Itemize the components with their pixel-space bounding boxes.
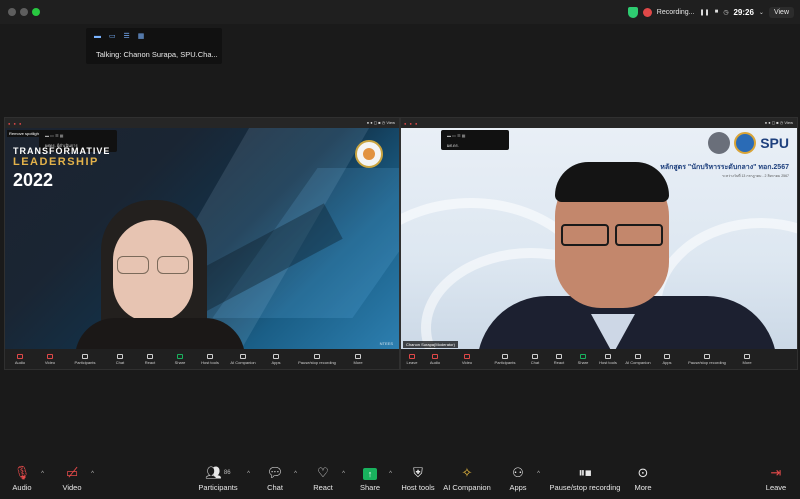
panel-status: ● ● ◻ ■ ◷ View: [764, 120, 793, 125]
security-shield-icon[interactable]: [627, 6, 638, 18]
talking-indicator: Talking: Chanon Surapa, SPU.Cha...: [96, 50, 218, 59]
apps-options-chevron[interactable]: ^: [537, 471, 540, 477]
view-mode-icons[interactable]: ▬ ▭ ☰ ▦: [94, 32, 147, 40]
mini-popup-text: ผศ.ดร.: [447, 143, 459, 148]
stop-recording-icon[interactable]: ■: [715, 9, 719, 15]
mini-tool-recording[interactable]: Pause/stop recording: [291, 353, 343, 365]
mini-tool-host[interactable]: Host tools: [195, 353, 225, 365]
mini-tool-more[interactable]: More: [735, 353, 759, 365]
minimize-window-button[interactable]: [20, 8, 28, 16]
banner-line2: LEADERSHIP: [13, 156, 99, 168]
fullscreen-window-button[interactable]: [32, 8, 40, 16]
mini-tool-react[interactable]: React: [547, 353, 571, 365]
more-dots-icon: ⊙: [637, 465, 649, 480]
panel-status: ● ● ◻ ■ ◷ View: [366, 120, 395, 125]
slide-footnote: NTEES: [379, 341, 393, 346]
shared-screen-right: ● ● ● ● ● ◻ ■ ◷ View ▬ ▭ ☰ ▦ ผศ.ดร. SPU …: [400, 117, 798, 370]
meeting-toolbar: 🎙︎ Audio ^ ▭̸ Video ^ 👥︎ 86 Participants …: [0, 461, 800, 499]
mini-tool-recording[interactable]: Pause/stop recording: [679, 353, 735, 365]
window-dots-icon: ● ● ●: [404, 121, 419, 126]
apps-button[interactable]: ⚇ Apps ^: [488, 465, 548, 492]
mini-tool-participants[interactable]: Participants: [487, 353, 523, 365]
video-button[interactable]: ▭̸ Video ^: [42, 465, 102, 492]
mini-tool-video[interactable]: Video: [35, 353, 65, 365]
mini-tool-host[interactable]: Host tools: [595, 353, 621, 365]
leave-button[interactable]: ⇥ Leave: [746, 465, 800, 492]
mini-tool-ai[interactable]: AI Companion: [621, 353, 655, 365]
recording-icon: [642, 7, 652, 17]
window-titlebar: Recording... ❚❚ ■ ◷ 29:26 ⌄ View: [0, 0, 800, 24]
panel-titlebar: ● ● ● ● ● ◻ ■ ◷ View: [5, 118, 399, 128]
video-feed-right: ▬ ▭ ☰ ▦ ผศ.ดร. SPU หลักสูตร "นักบริหารระ…: [401, 128, 797, 350]
organization-logo: [355, 140, 383, 168]
pause-recording-icon[interactable]: ❚❚: [700, 9, 710, 16]
more-button[interactable]: ⊙ More: [613, 465, 673, 492]
university-seal-logo: [734, 132, 757, 154]
clock-icon: ◷: [723, 9, 729, 16]
close-window-button[interactable]: [8, 8, 16, 16]
panel-toolbar-right: Leave Audio Video Participants Chat Reac…: [401, 349, 797, 369]
speaker-mini-popup: ▬ ▭ ☰ ▦ ผศ.ดร.: [441, 130, 509, 150]
mini-tool-chat[interactable]: Chat: [523, 353, 547, 365]
chevron-down-icon[interactable]: ⌄: [759, 9, 764, 16]
view-mode-icons[interactable]: ▬ ▭ ☰ ▦: [45, 133, 63, 138]
mini-tool-ai[interactable]: AI Companion: [225, 353, 261, 365]
leave-icon: ⇥: [770, 465, 782, 480]
participants-button[interactable]: 👥︎ 86 Participants ^: [188, 465, 250, 492]
mini-tool-audio[interactable]: Audio: [5, 353, 35, 365]
view-button[interactable]: View: [768, 6, 794, 18]
spotlight-tag[interactable]: Remove spotlight: [7, 130, 42, 137]
mini-tool-react[interactable]: React: [135, 353, 165, 365]
spu-wordmark: SPU: [760, 135, 789, 151]
shared-screen-left: ● ● ● ● ● ◻ ■ ◷ View Remove spotlight ▬ …: [4, 117, 400, 370]
mini-tool-apps[interactable]: Apps: [261, 353, 291, 365]
mini-tool-participants[interactable]: Participants: [65, 353, 105, 365]
mini-tool-more[interactable]: More: [343, 353, 373, 365]
mini-tool-video[interactable]: Video: [447, 353, 487, 365]
window-dots-icon: ● ● ●: [8, 121, 23, 126]
recording-status: Recording...: [656, 8, 695, 16]
panel-toolbar-left: Audio Video Participants Chat React Shar…: [5, 349, 399, 369]
participant-name-tag: Chanon Surapa(Moderator): [403, 341, 458, 348]
participants-count: 86: [223, 470, 231, 476]
participants-icon: 👥︎ 86: [205, 465, 231, 480]
titlebar-right: Recording... ❚❚ ■ ◷ 29:26 ⌄ View: [627, 4, 794, 20]
course-title: หลักสูตร "นักบริหารระดับกลาง" ทอก.2567: [660, 164, 789, 171]
spu-logo-group: SPU: [708, 132, 789, 154]
banner-line1: TRANSFORMATIVE: [13, 146, 111, 156]
course-title-block: หลักสูตร "นักบริหารระดับกลาง" ทอก.2567 ร…: [660, 162, 789, 179]
video-feed-left: Remove spotlight ▬ ▭ ☰ ▦ ผศดร. ผู้ดำเนิน…: [5, 128, 399, 350]
banner-line3: 2022: [13, 170, 54, 190]
seal-logo: [708, 132, 731, 154]
video-options-chevron[interactable]: ^: [91, 471, 94, 477]
mini-tool-audio[interactable]: Audio: [423, 353, 447, 365]
active-speaker-popup: ▬ ▭ ☰ ▦ Talking: Chanon Surapa, SPU.Cha.…: [86, 28, 222, 64]
mini-tool-apps[interactable]: Apps: [655, 353, 679, 365]
mini-tool-share[interactable]: Share: [165, 353, 195, 365]
panel-titlebar: ● ● ● ● ● ◻ ■ ◷ View: [401, 118, 797, 128]
view-mode-icons[interactable]: ▬ ▭ ☰ ▦: [447, 133, 465, 138]
mini-tool-leave[interactable]: Leave: [401, 353, 423, 365]
course-dates: ระหว่างวันที่ 13 กรกฎาคม - 2 สิงหาคม 256…: [722, 174, 789, 178]
mini-tool-chat[interactable]: Chat: [105, 353, 135, 365]
mini-tool-share[interactable]: Share: [571, 353, 595, 365]
event-banner: TRANSFORMATIVE LEADERSHIP 2022: [13, 146, 110, 191]
meeting-timer: 29:26: [733, 7, 754, 17]
